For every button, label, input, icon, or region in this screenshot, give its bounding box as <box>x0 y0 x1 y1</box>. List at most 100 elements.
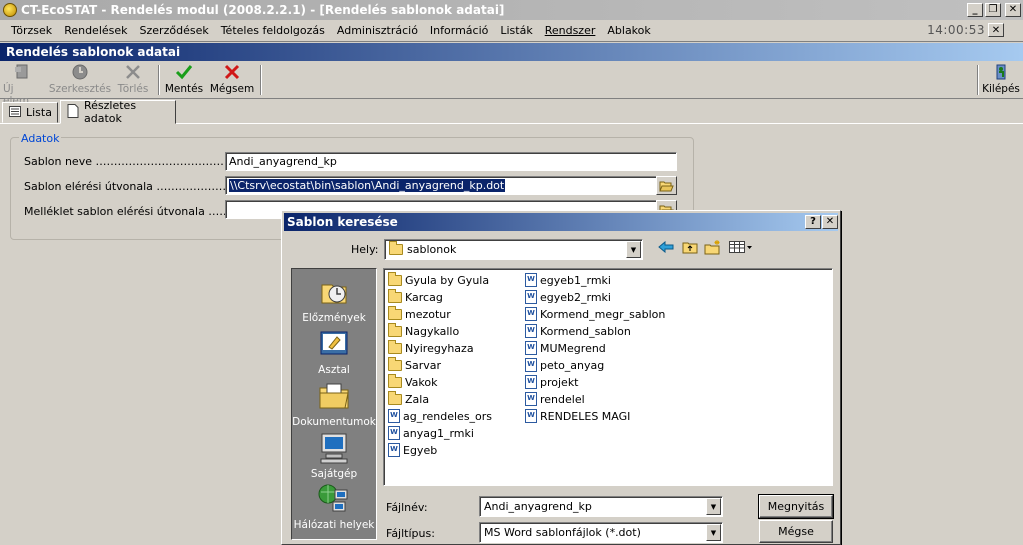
file-item[interactable]: Wag_rendeles_ors <box>388 408 492 424</box>
file-item[interactable]: Wegyeb1_rmki <box>525 272 611 288</box>
back-arrow-icon[interactable] <box>656 238 676 256</box>
file-item[interactable]: W RENDELES MAGI <box>525 408 630 424</box>
filename-label: Fájlnév: <box>386 501 428 514</box>
place-documents[interactable]: Dokumentumok <box>292 379 376 428</box>
file-item[interactable]: Vakok <box>388 373 438 390</box>
word-document-icon: W <box>388 426 400 440</box>
save-button[interactable]: Mentés <box>164 63 204 97</box>
cancel-button[interactable]: Mégsem <box>210 63 254 97</box>
file-name: RENDELES MAGI <box>540 409 631 423</box>
file-item[interactable]: Wanyag1_rmki <box>388 425 474 441</box>
menu-torzsek[interactable]: Törzsek <box>0 24 58 37</box>
open-button[interactable]: Megnyitás <box>758 494 834 519</box>
minimize-button[interactable]: _ <box>967 3 983 17</box>
file-item[interactable]: Wegyeb2_rmki <box>525 289 611 305</box>
toolbar-separator <box>260 65 262 95</box>
word-document-icon: W <box>388 443 400 457</box>
place-desktop[interactable]: Asztal <box>292 327 376 376</box>
child-window-title: Rendelés sablonok adatai <box>0 43 1023 61</box>
file-item[interactable]: Wprojekt <box>525 374 579 390</box>
file-item[interactable]: W Kormend_sablon <box>525 323 631 339</box>
cancel-label: Mégsem <box>209 83 255 95</box>
edit-button[interactable]: Szerkesztés <box>48 63 112 97</box>
dialog-cancel-button[interactable]: Mégse <box>759 520 833 543</box>
template-name-input[interactable]: Andi_anyagrend_kp <box>225 152 677 171</box>
chevron-down-icon[interactable]: ▼ <box>706 524 721 541</box>
browse-path-button[interactable] <box>656 176 677 195</box>
file-item[interactable]: Wrendelel <box>525 391 585 407</box>
mdi-close-button[interactable]: ✕ <box>988 23 1004 37</box>
folder-icon <box>388 390 402 405</box>
location-label: Hely: <box>351 243 379 256</box>
chevron-down-icon[interactable]: ▼ <box>626 241 641 258</box>
new-item-button[interactable]: Új elem <box>3 63 41 107</box>
file-name: Vakok <box>405 375 438 389</box>
dialog-help-button[interactable]: ? <box>805 215 821 229</box>
menu-rendelesek[interactable]: Rendelések <box>58 24 133 37</box>
file-item[interactable]: Karcag <box>388 288 443 305</box>
tab-lista[interactable]: Lista <box>2 102 58 123</box>
toolbar-separator <box>158 65 160 95</box>
place-computer[interactable]: Sajátgép <box>292 431 376 480</box>
delete-icon <box>123 63 143 81</box>
file-item[interactable]: W MUMegrend <box>525 340 606 356</box>
up-folder-icon[interactable] <box>680 238 700 256</box>
close-button[interactable]: ✕ <box>1005 3 1021 17</box>
file-item[interactable]: Nyiregyhaza <box>388 339 474 356</box>
file-name: peto_anyag <box>540 358 605 372</box>
template-path-input[interactable]: \\Ctsrv\ecostat\bin\sablon\Andi_anyagren… <box>225 176 657 195</box>
file-name: ag_rendeles_ors <box>403 409 493 423</box>
exit-person-icon <box>991 63 1011 81</box>
file-item[interactable]: Sarvar <box>388 356 441 373</box>
place-history-label: Előzmények <box>302 312 366 324</box>
place-history[interactable]: Előzmények <box>292 275 376 324</box>
menu-bar: Törzsek Rendelések Szerződések Tételes f… <box>0 20 1023 42</box>
file-name: anyag1_rmki <box>403 426 474 440</box>
new-item-icon <box>12 63 32 81</box>
tab-reszletes-adatok[interactable]: Részletes adatok <box>60 99 176 125</box>
menu-szerzodesek[interactable]: Szerződések <box>134 24 215 37</box>
dialog-title-bar: Sablon keresése ? ✕ <box>284 213 838 231</box>
word-document-icon: W <box>525 273 537 287</box>
menu-adminisztracio[interactable]: Adminisztráció <box>331 24 424 37</box>
file-item[interactable]: W Egyeb <box>388 442 437 458</box>
menu-rendszer[interactable]: Rendszer <box>539 24 602 37</box>
restore-button[interactable]: ❐ <box>985 3 1001 17</box>
place-network[interactable]: Hálózati helyek <box>292 482 376 531</box>
dialog-close-button[interactable]: ✕ <box>822 215 838 229</box>
menu-informacio[interactable]: Információ <box>424 24 494 37</box>
exit-button[interactable]: Kilépés <box>982 63 1020 97</box>
exit-label: Kilépés <box>982 83 1020 95</box>
file-item[interactable]: mezotur <box>388 305 451 322</box>
filename-combo[interactable]: Andi_anyagrend_kp ▼ <box>479 496 723 517</box>
new-folder-icon[interactable] <box>703 238 723 256</box>
file-item[interactable]: Nagykallo <box>388 322 459 339</box>
toolbar-separator <box>977 65 979 95</box>
file-name: mezotur <box>405 307 451 321</box>
filetype-combo[interactable]: MS Word sablonfájlok (*.dot) ▼ <box>479 522 723 543</box>
view-menu-icon[interactable] <box>728 238 754 256</box>
menu-teteles-feldolgozas[interactable]: Tételes feldolgozás <box>215 24 331 37</box>
template-search-dialog: Sablon keresése ? ✕ Hely: sablonok ▼ Elő… <box>281 210 841 545</box>
template-name-label: Sablon neve ……………………………… <box>24 155 228 168</box>
file-item[interactable]: Wpeto_anyag <box>525 357 604 373</box>
menu-listak[interactable]: Listák <box>494 24 538 37</box>
place-documents-label: Dokumentumok <box>292 416 376 428</box>
file-item[interactable]: Zala <box>388 390 429 407</box>
delete-button[interactable]: Törlés <box>115 63 151 97</box>
file-name: projekt <box>540 375 579 389</box>
location-combo[interactable]: sablonok ▼ <box>384 239 643 260</box>
word-document-icon: W <box>525 375 537 389</box>
edit-icon <box>70 63 90 81</box>
file-list: Gyula by Gyula Karcag mezotur Nagykallo … <box>383 268 833 486</box>
folder-icon <box>388 322 402 337</box>
word-document-icon: W <box>525 307 537 321</box>
filetype-value: MS Word sablonfájlok (*.dot) <box>484 526 641 539</box>
menu-ablakok[interactable]: Ablakok <box>601 24 656 37</box>
history-icon <box>321 284 347 304</box>
file-item[interactable]: Gyula by Gyula <box>388 271 489 288</box>
file-item[interactable]: W Kormend_megr_sablon <box>525 306 665 322</box>
group-title: Adatok <box>19 132 62 145</box>
app-logo-icon <box>3 3 17 17</box>
chevron-down-icon[interactable]: ▼ <box>706 498 721 515</box>
